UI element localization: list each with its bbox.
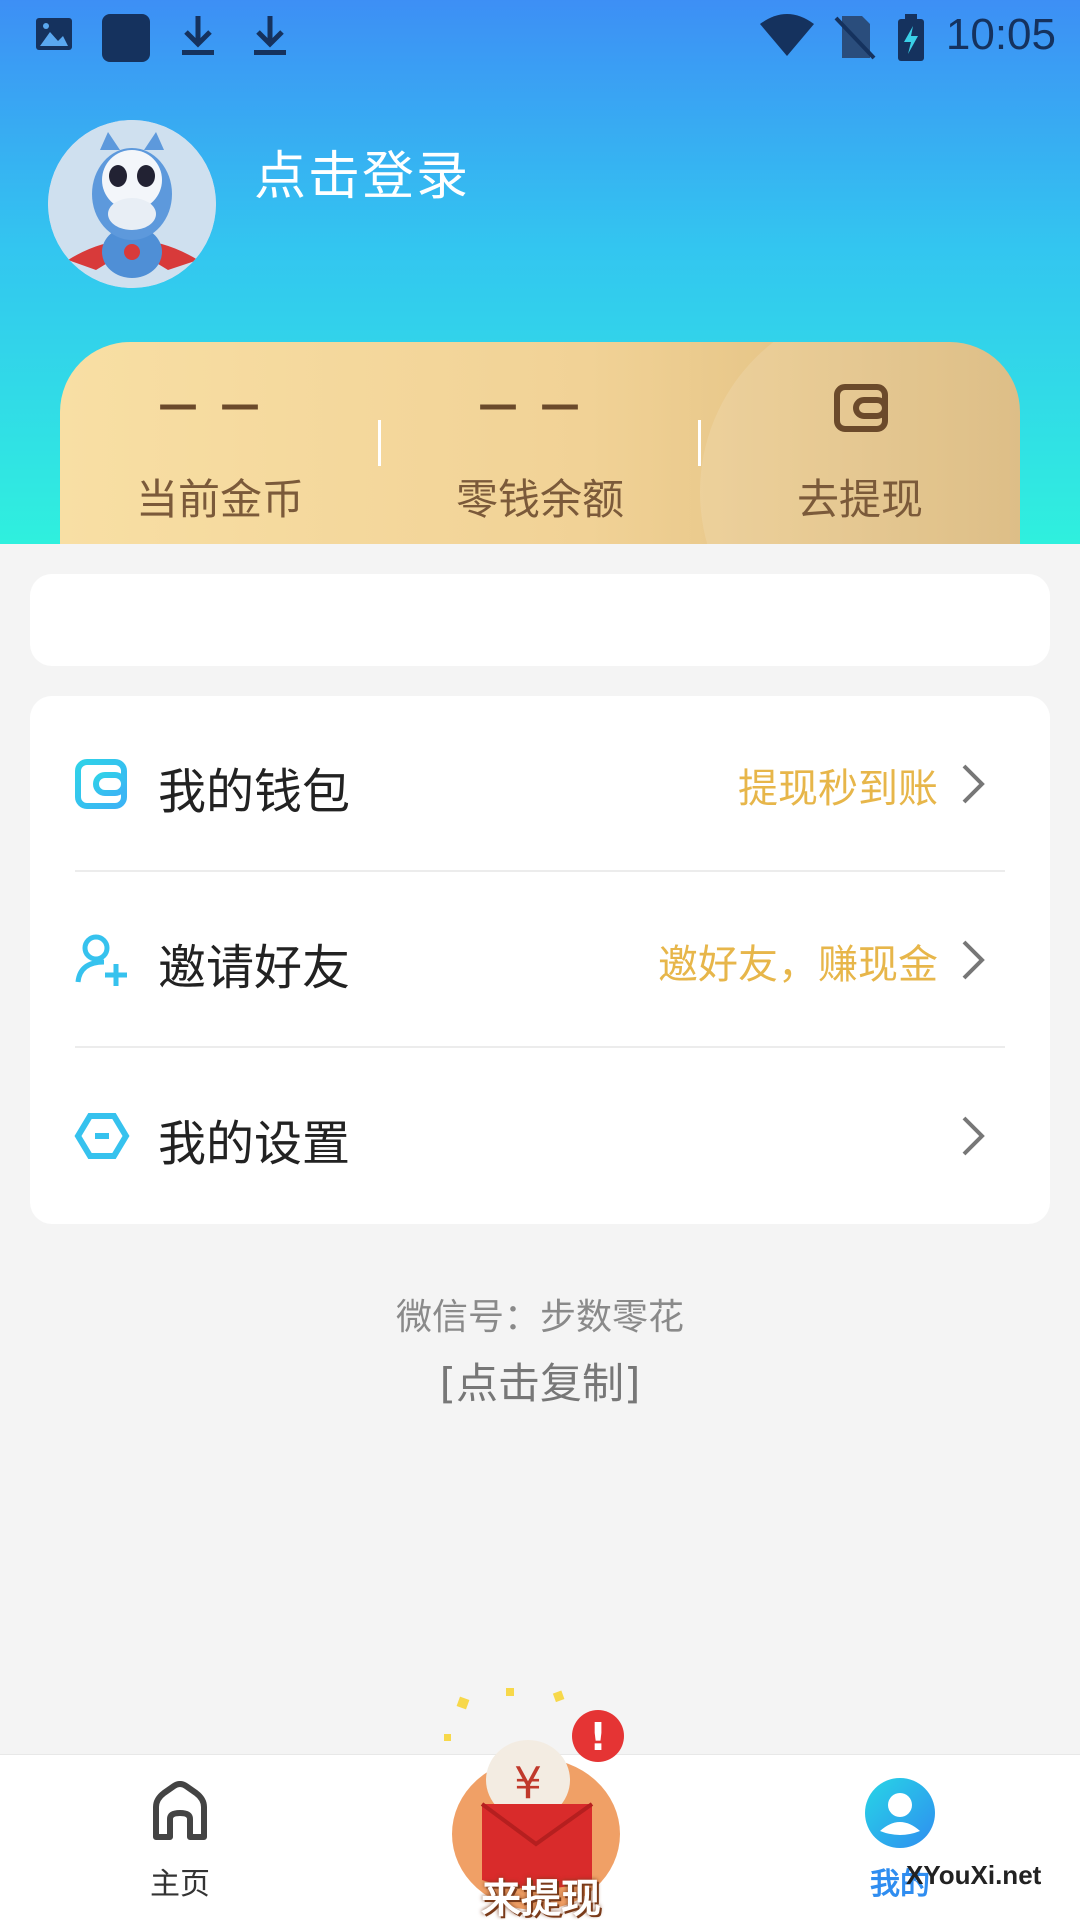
chevron-right-icon (962, 764, 985, 804)
wifi-icon (760, 14, 814, 56)
menu-item-invite[interactable]: 邀请好友 邀好友，赚现金 (30, 872, 1050, 1048)
download-icon (254, 16, 286, 55)
login-link[interactable]: 点击登录 (254, 134, 470, 209)
tab-home-label: 主页 (150, 1867, 210, 1902)
change-balance-stat[interactable]: —— 零钱余额 (380, 342, 700, 544)
tab-home[interactable]: 主页 (80, 1755, 280, 1920)
image-icon (36, 18, 72, 50)
change-balance-label: 零钱余额 (455, 475, 624, 524)
profile-header: 10:05 点击登录 —— 当前金币 —— 零钱余额 去提现 (0, 0, 1080, 544)
settings-hexagon-icon (74, 1113, 130, 1159)
watermark-text: XYouXi.net (906, 1860, 1042, 1890)
home-icon (153, 1781, 207, 1840)
change-balance-value: —— (478, 382, 602, 428)
wallet-icon (75, 759, 127, 809)
current-coins-value: —— (158, 382, 282, 428)
chevron-right-icon (962, 940, 985, 980)
blank-banner-card (30, 574, 1050, 666)
withdraw-label: 去提现 (796, 475, 923, 524)
menu-item-hint: 提现秒到账 (738, 766, 938, 812)
download-icon (182, 16, 214, 55)
no-sim-icon (834, 16, 876, 60)
wallet-icon (834, 384, 888, 432)
svg-text:!: ! (589, 1715, 606, 1759)
clock: 10:05 (945, 10, 1056, 59)
withdraw-promo-button[interactable]: ¥ ! 来提现 (436, 1684, 646, 1920)
menu-item-label: 我的钱包 (158, 764, 351, 820)
withdraw-button[interactable]: 去提现 (700, 342, 1020, 544)
current-coins-stat[interactable]: —— 当前金币 (60, 342, 380, 544)
menu-item-settings[interactable]: 我的设置 (30, 1048, 1050, 1224)
current-coins-label: 当前金币 (135, 475, 304, 524)
wechat-id-text: 微信号：步数零花 (395, 1297, 684, 1338)
battery-charging-icon (898, 14, 924, 61)
avatar[interactable] (48, 120, 216, 288)
add-user-icon (75, 934, 127, 986)
menu-card: 我的钱包 提现秒到账 邀请好友 邀好友，赚现金 我的设置 (30, 696, 1050, 1224)
mascot-avatar-icon (48, 120, 216, 288)
menu-item-label: 我的设置 (158, 1116, 351, 1172)
tab-mine[interactable]: 我的 (800, 1755, 1000, 1920)
app-notification-icon (102, 14, 150, 62)
profile-icon (865, 1778, 935, 1848)
chevron-right-icon (962, 1116, 985, 1156)
copy-wechat-link[interactable]: [点击复制] (0, 1350, 1080, 1411)
balance-card: —— 当前金币 —— 零钱余额 去提现 (60, 342, 1020, 544)
menu-item-hint: 邀好友，赚现金 (658, 942, 938, 988)
svg-text:¥: ¥ (514, 1758, 542, 1809)
status-bar: 10:05 (0, 0, 1080, 74)
promo-label: 来提现 (481, 1876, 601, 1920)
menu-item-wallet[interactable]: 我的钱包 提现秒到账 (30, 696, 1050, 872)
menu-item-label: 邀请好友 (158, 940, 351, 996)
